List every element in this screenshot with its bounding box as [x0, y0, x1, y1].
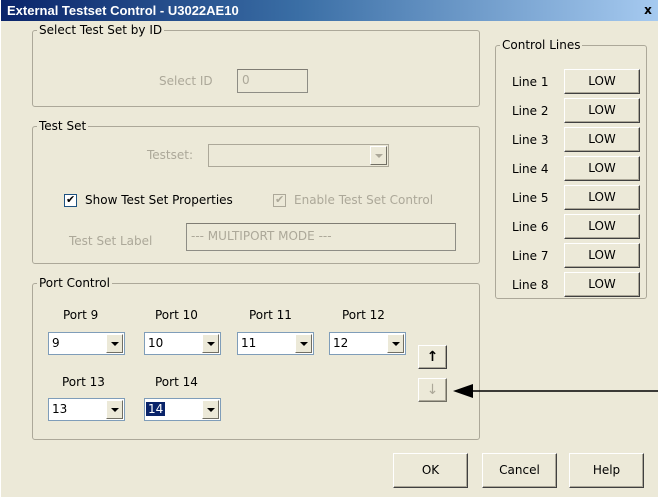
- port-label: Port 14: [155, 375, 198, 389]
- test-set-label-label: Test Set Label: [69, 234, 153, 248]
- move-up-button[interactable]: ↑: [418, 345, 447, 369]
- port-select[interactable]: 10: [144, 332, 221, 355]
- testset-label: Testset:: [147, 148, 194, 162]
- port-select-value: 11: [241, 336, 257, 350]
- show-test-set-properties-checkbox[interactable]: ✔: [64, 193, 77, 207]
- control-line-button[interactable]: LOW: [564, 69, 640, 94]
- arrow-up-icon: ↑: [426, 349, 439, 365]
- port-select[interactable]: 14: [144, 398, 221, 421]
- port-select-value: 14: [146, 402, 166, 416]
- control-line-label: Line 1: [512, 75, 549, 89]
- test-set-label-input[interactable]: --- MULTIPORT MODE ---: [186, 223, 456, 251]
- port-select[interactable]: 13: [48, 398, 125, 421]
- callout-arrow-icon: [453, 384, 658, 398]
- select-id-label: Select ID: [159, 74, 213, 88]
- control-lines-legend: Control Lines: [502, 38, 581, 52]
- port-label: Port 13: [62, 375, 105, 389]
- chevron-down-icon[interactable]: [202, 334, 219, 353]
- select-by-id-legend: Select Test Set by ID: [39, 23, 163, 37]
- move-down-button[interactable]: ↓: [418, 378, 447, 402]
- port-label: Port 9: [63, 308, 99, 322]
- select-id-input[interactable]: 0: [237, 69, 308, 93]
- arrow-down-icon: ↓: [426, 382, 439, 398]
- chevron-down-icon[interactable]: [370, 146, 387, 165]
- control-line-label: Line 5: [512, 191, 549, 205]
- port-select[interactable]: 11: [237, 332, 314, 355]
- ok-button[interactable]: OK: [393, 453, 468, 488]
- chevron-down-icon[interactable]: [295, 334, 312, 353]
- window-title: External Testset Control - U3022AE10: [7, 3, 239, 18]
- port-label: Port 10: [155, 308, 198, 322]
- control-line-label: Line 8: [512, 278, 549, 292]
- port-label: Port 12: [342, 308, 385, 322]
- external-testset-dialog: External Testset Control - U3022AE10 x S…: [0, 0, 658, 497]
- port-label: Port 11: [249, 308, 292, 322]
- control-line-label: Line 4: [512, 162, 549, 176]
- control-line-button[interactable]: LOW: [564, 156, 640, 181]
- cancel-button[interactable]: Cancel: [482, 453, 557, 488]
- enable-test-set-control-checkbox[interactable]: ✔: [273, 193, 286, 207]
- help-button[interactable]: Help: [569, 453, 644, 488]
- port-select-value: 13: [52, 402, 68, 416]
- enable-test-set-control-label: Enable Test Set Control: [294, 193, 434, 207]
- close-icon[interactable]: x: [641, 3, 655, 17]
- control-line-button[interactable]: LOW: [564, 214, 640, 239]
- control-line-button[interactable]: LOW: [564, 127, 640, 152]
- chevron-down-icon[interactable]: [202, 400, 219, 419]
- port-select[interactable]: 12: [329, 332, 406, 355]
- control-line-button[interactable]: LOW: [564, 98, 640, 123]
- control-line-label: Line 3: [512, 133, 549, 147]
- check-icon: ✔: [275, 193, 285, 206]
- title-bar[interactable]: External Testset Control - U3022AE10 x: [1, 0, 658, 21]
- select-by-id-group: Select Test Set by ID: [32, 23, 480, 107]
- port-select-value: 12: [333, 336, 349, 350]
- port-select-value: 10: [148, 336, 164, 350]
- control-line-button[interactable]: LOW: [564, 243, 640, 268]
- port-select-value: 9: [52, 336, 60, 350]
- chevron-down-icon[interactable]: [106, 334, 123, 353]
- port-control-legend: Port Control: [39, 276, 110, 290]
- port-select[interactable]: 9: [48, 332, 125, 355]
- testset-select[interactable]: [208, 144, 389, 167]
- chevron-down-icon[interactable]: [387, 334, 404, 353]
- chevron-down-icon[interactable]: [106, 400, 123, 419]
- control-line-label: Line 7: [512, 249, 549, 263]
- control-line-label: Line 6: [512, 220, 549, 234]
- control-line-button[interactable]: LOW: [564, 272, 640, 297]
- check-icon: ✔: [66, 193, 76, 206]
- control-line-button[interactable]: LOW: [564, 185, 640, 210]
- control-line-label: Line 2: [512, 104, 549, 118]
- test-set-legend: Test Set: [39, 119, 87, 133]
- show-test-set-properties-label: Show Test Set Properties: [85, 193, 233, 207]
